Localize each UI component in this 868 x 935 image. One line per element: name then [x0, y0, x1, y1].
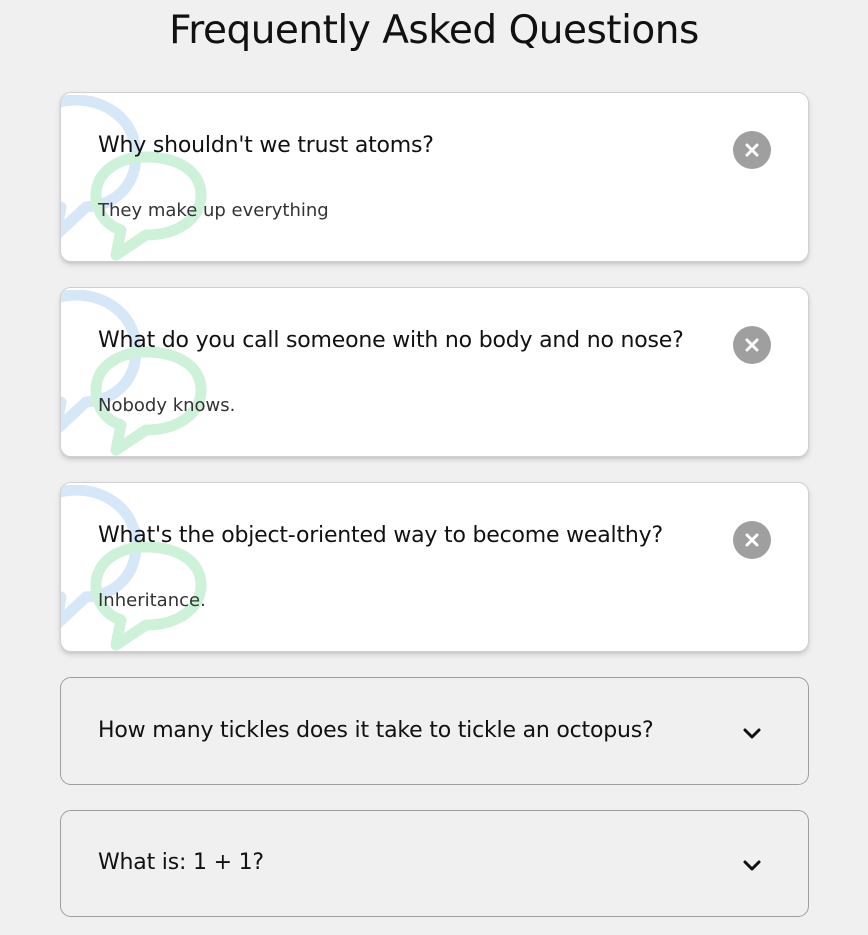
- faq-toggle-button[interactable]: [733, 847, 771, 885]
- faq-answer: Nobody knows.: [98, 395, 236, 416]
- faq-question: How many tickles does it take to tickle …: [98, 718, 654, 743]
- faq-item[interactable]: How many tickles does it take to tickle …: [60, 677, 809, 785]
- speech-bubbles-icon: [61, 290, 207, 456]
- chevron-down-icon: [743, 860, 761, 871]
- faq-toggle-button[interactable]: [733, 521, 771, 559]
- faq-toggle-button[interactable]: [733, 715, 771, 753]
- faq-answer: Inheritance.: [98, 590, 206, 611]
- speech-bubbles-icon: [61, 95, 207, 261]
- faq-question: What do you call someone with no body an…: [98, 328, 684, 353]
- chevron-down-icon: [743, 728, 761, 739]
- speech-bubbles-icon: [61, 485, 207, 651]
- faq-question: What's the object-oriented way to become…: [98, 523, 663, 548]
- faq-toggle-button[interactable]: [733, 131, 771, 169]
- faq-item: Why shouldn't we trust atoms? They make …: [60, 92, 809, 262]
- faq-item: What do you call someone with no body an…: [60, 287, 809, 457]
- close-icon: [745, 533, 759, 547]
- faq-question: Why shouldn't we trust atoms?: [98, 133, 434, 158]
- faq-answer: They make up everything: [98, 200, 329, 221]
- faq-question: What is: 1 + 1?: [98, 850, 264, 875]
- page-title: Frequently Asked Questions: [169, 8, 699, 53]
- close-icon: [745, 143, 759, 157]
- faq-item[interactable]: What is: 1 + 1?: [60, 810, 809, 917]
- close-icon: [745, 338, 759, 352]
- faq-toggle-button[interactable]: [733, 326, 771, 364]
- faq-item: What's the object-oriented way to become…: [60, 482, 809, 652]
